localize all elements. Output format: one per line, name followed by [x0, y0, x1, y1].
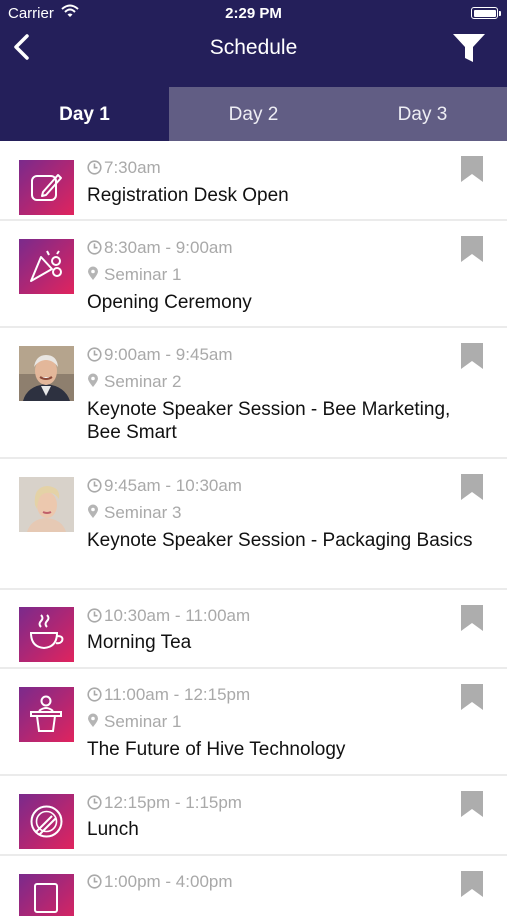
bookmark-icon[interactable] [461, 871, 483, 897]
event-time: 9:45am - 10:30am [87, 476, 242, 496]
event-location-text: Seminar 1 [104, 265, 182, 284]
clock-icon [87, 240, 102, 255]
event-location-text: Seminar 3 [104, 503, 182, 522]
header-bar: Carrier 2:29 PM Schedule [0, 0, 507, 87]
event-time: 12:15pm - 1:15pm [87, 793, 242, 813]
plate-icon [19, 794, 74, 849]
list-item[interactable]: 10:30am - 11:00am Morning Tea [0, 590, 507, 669]
event-time: 11:00am - 12:15pm [87, 685, 250, 705]
list-item[interactable]: 8:30am - 9:00am Seminar 1 Opening Ceremo… [0, 221, 507, 328]
list-item[interactable]: 9:45am - 10:30am Seminar 3 Keynote Speak… [0, 459, 507, 590]
event-title: Opening Ceremony [87, 292, 252, 313]
clock-icon [87, 795, 102, 810]
clock-icon [87, 478, 102, 493]
speaker-photo-woman [19, 477, 74, 532]
page-title: Schedule [209, 36, 298, 59]
clock-icon [87, 874, 102, 889]
event-location: Seminar 3 [87, 503, 181, 523]
tab-day-1[interactable]: Day 1 [0, 87, 169, 141]
event-title: Keynote Speaker Session - Bee Marketing,… [87, 399, 451, 443]
event-title: Lunch [87, 819, 139, 840]
bookmark-icon[interactable] [461, 684, 483, 710]
list-item[interactable]: 12:15pm - 1:15pm Lunch [0, 776, 507, 856]
status-bar: Carrier 2:29 PM [0, 0, 507, 28]
event-location-text: Seminar 2 [104, 372, 182, 391]
list-item[interactable]: 11:00am - 12:15pm Seminar 1 The Future o… [0, 669, 507, 776]
schedule-list: 7:30am Registration Desk Open 8:30am - 9… [0, 141, 507, 916]
location-pin-icon [88, 713, 98, 727]
location-pin-icon [88, 266, 98, 280]
event-time: 9:00am - 9:45am [87, 345, 233, 365]
event-time-text: 9:00am - 9:45am [104, 345, 233, 364]
clock-icon [87, 160, 102, 175]
event-title: The Future of Hive Technology [87, 739, 346, 760]
day-tabs: Day 1 Day 2 Day 3 [0, 87, 507, 141]
event-time-text: 9:45am - 10:30am [104, 476, 242, 495]
bookmark-icon[interactable] [461, 156, 483, 182]
list-item[interactable]: 1:00pm - 4:00pm [0, 856, 507, 916]
clock-time: 2:29 PM [225, 5, 282, 22]
bookmark-icon[interactable] [461, 474, 483, 500]
event-time: 1:00pm - 4:00pm [87, 872, 233, 892]
event-time: 10:30am - 11:00am [87, 606, 250, 626]
edit-icon [19, 160, 74, 215]
filter-icon[interactable] [452, 33, 486, 63]
event-location-text: Seminar 1 [104, 712, 182, 731]
bookmark-icon[interactable] [461, 791, 483, 817]
bookmark-icon[interactable] [461, 236, 483, 262]
event-title: Keynote Speaker Session - Packaging Basi… [87, 530, 473, 551]
celebration-icon [19, 239, 74, 294]
list-item[interactable]: 7:30am Registration Desk Open [0, 141, 507, 221]
clock-icon [87, 347, 102, 362]
document-icon [19, 874, 74, 916]
teacup-icon [19, 607, 74, 662]
event-time-text: 11:00am - 12:15pm [104, 685, 251, 704]
event-time-text: 8:30am - 9:00am [104, 238, 233, 257]
battery-tip [499, 11, 501, 16]
event-location: Seminar 2 [87, 372, 181, 392]
battery-icon [471, 7, 498, 19]
event-title: Morning Tea [87, 632, 192, 653]
clock-icon [87, 608, 102, 623]
event-time: 8:30am - 9:00am [87, 238, 233, 258]
event-title: Registration Desk Open [87, 185, 289, 206]
list-item[interactable]: 9:00am - 9:45am Seminar 2 Keynote Speake… [0, 328, 507, 459]
location-pin-icon [88, 504, 98, 518]
event-time-text: 1:00pm - 4:00pm [104, 872, 233, 891]
event-time-text: 10:30am - 11:00am [104, 606, 251, 625]
event-location: Seminar 1 [87, 265, 181, 285]
bookmark-icon[interactable] [461, 343, 483, 369]
event-time-text: 7:30am [104, 158, 161, 177]
podium-icon [19, 687, 74, 742]
clock-icon [87, 687, 102, 702]
bookmark-icon[interactable] [461, 605, 483, 631]
event-location: Seminar 1 [87, 712, 181, 732]
event-time: 7:30am [87, 158, 161, 178]
speaker-photo-man [19, 346, 74, 401]
tab-day-2[interactable]: Day 2 [169, 87, 338, 141]
location-pin-icon [88, 373, 98, 387]
event-time-text: 12:15pm - 1:15pm [104, 793, 242, 812]
tab-day-3[interactable]: Day 3 [338, 87, 507, 141]
